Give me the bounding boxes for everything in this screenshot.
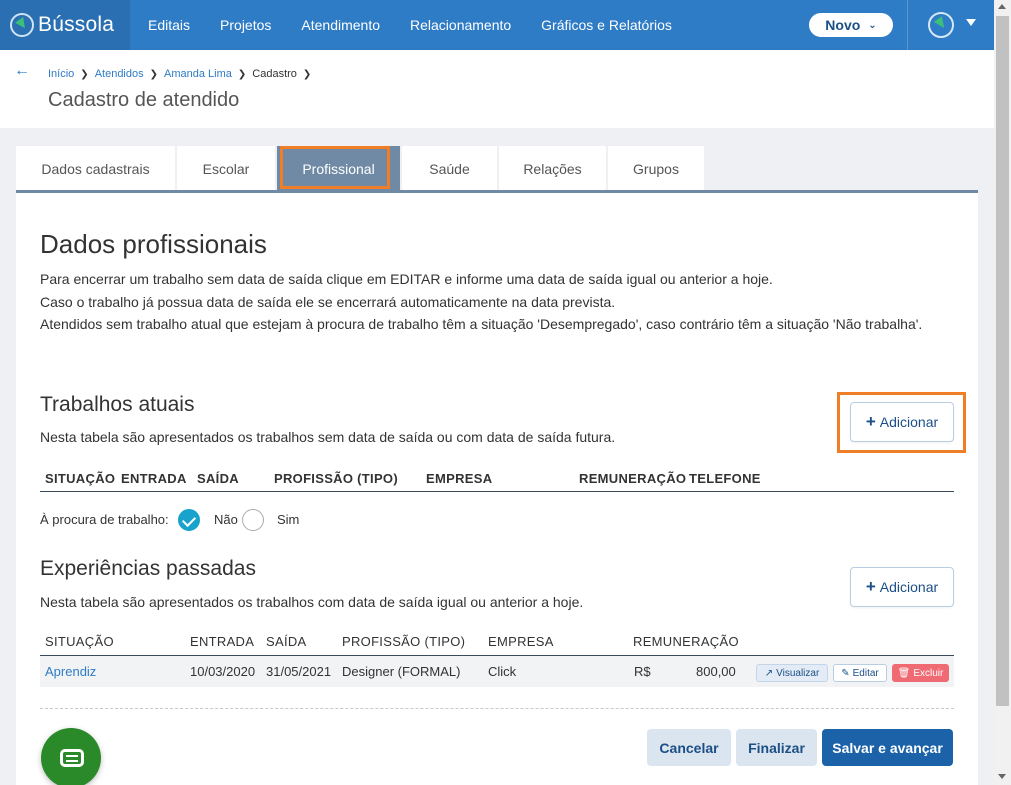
scroll-thumb[interactable] — [996, 16, 1009, 706]
column-header-saida: SAÍDA — [266, 634, 307, 649]
breadcrumb-cadastro: Cadastro — [252, 68, 297, 80]
current-jobs-table-rule — [40, 491, 954, 492]
breadcrumb-atendidos[interactable]: Atendidos — [95, 68, 144, 80]
radio-sim[interactable] — [242, 509, 264, 531]
app-logo[interactable]: Bússola — [0, 0, 130, 50]
user-compass-icon[interactable] — [928, 12, 954, 38]
user-menu-caret-icon[interactable] — [966, 19, 976, 26]
column-header-situacao: SITUAÇÃO — [45, 471, 116, 486]
looking-for-work-label: À procura de trabalho: — [40, 512, 169, 527]
column-header-profissao: PROFISSÃO (TIPO) — [274, 471, 398, 486]
add-current-job-button[interactable]: + Adicionar — [850, 402, 954, 442]
compass-icon — [10, 13, 34, 37]
info-line-2: Caso o trabalho já possua data de saída … — [40, 293, 616, 310]
scroll-up-icon[interactable] — [998, 4, 1006, 9]
row-empresa: Click — [488, 664, 517, 679]
plus-icon: + — [865, 412, 876, 431]
visualizar-label: Visualizar — [776, 667, 820, 679]
novo-label: Novo — [825, 17, 861, 33]
page-title: Cadastro de atendido — [48, 89, 240, 111]
info-line-1: Para encerrar um trabalho sem data de sa… — [40, 271, 773, 287]
column-header-remuneracao: REMUNERAÇÃO — [633, 634, 739, 649]
section-title: Dados profissionais — [40, 229, 267, 259]
breadcrumb: Início ❯ Atendidos ❯ Amanda Lima ❯ Cadas… — [48, 68, 317, 80]
column-header-situacao: SITUAÇÃO — [45, 634, 114, 649]
nav-divider — [907, 0, 908, 50]
info-line-3: Atendidos sem trabalho atual que estejam… — [40, 316, 923, 332]
novo-dropdown-button[interactable]: Novo ⌄ — [809, 13, 893, 37]
breadcrumb-separator-icon: ❯ — [237, 68, 247, 80]
back-arrow-icon[interactable]: ← — [14, 62, 30, 80]
column-header-empresa: EMPRESA — [426, 471, 493, 486]
row-moeda: R$ — [634, 664, 651, 679]
logo-text: Bússola — [38, 13, 115, 36]
tab-profissional[interactable]: Profissional — [277, 146, 400, 192]
row-entrada: 10/03/2020 — [190, 664, 256, 679]
radio-sim-label: Sim — [277, 512, 300, 527]
column-header-entrada: ENTRADA — [121, 471, 187, 486]
top-navbar: Bússola Editais Projetos Atendimento Rel… — [0, 0, 994, 50]
excluir-button[interactable]: 🗑 Excluir — [892, 664, 949, 682]
column-header-empresa: EMPRESA — [488, 634, 554, 649]
tab-dados-cadastrais[interactable]: Dados cadastrais — [16, 146, 175, 192]
add-current-job-label: Adicionar — [879, 414, 939, 430]
plus-icon: + — [865, 577, 876, 596]
add-past-job-label: Adicionar — [879, 579, 939, 595]
cancel-button[interactable]: Cancelar — [647, 729, 731, 766]
finish-button[interactable]: Finalizar — [736, 729, 817, 766]
breadcrumb-separator-icon: ❯ — [302, 68, 312, 80]
breadcrumb-amanda-lima[interactable]: Amanda Lima — [164, 68, 232, 80]
edit-icon: ✎ — [841, 667, 850, 679]
column-header-saida: SAÍDA — [197, 471, 239, 486]
nav-item-editais[interactable]: Editais — [148, 17, 190, 33]
excluir-label: Excluir — [913, 667, 944, 679]
column-header-remuneracao: REMUNERAÇÃO — [579, 471, 687, 486]
add-past-job-button[interactable]: + Adicionar — [850, 567, 954, 607]
row-situacao[interactable]: Aprendiz — [45, 664, 96, 679]
nav-item-relacionamento[interactable]: Relacionamento — [410, 17, 511, 33]
current-jobs-title: Trabalhos atuais — [40, 393, 195, 416]
nav-item-atendimento[interactable]: Atendimento — [301, 17, 380, 33]
editar-button[interactable]: ✎ Editar — [833, 664, 887, 682]
tab-saude[interactable]: Saúde — [402, 146, 497, 192]
editar-label: Editar — [852, 667, 879, 679]
radio-nao[interactable] — [178, 509, 200, 531]
nav-item-projetos[interactable]: Projetos — [220, 17, 271, 33]
column-header-telefone: TELEFONE — [689, 471, 761, 486]
row-saida: 31/05/2021 — [266, 664, 332, 679]
row-valor: 800,00 — [696, 664, 736, 679]
scrollbar[interactable] — [994, 0, 1011, 785]
current-jobs-subtitle: Nesta tabela são apresentados os trabalh… — [40, 429, 616, 445]
breadcrumb-inicio[interactable]: Início — [48, 68, 74, 80]
past-jobs-subtitle: Nesta tabela são apresentados os trabalh… — [40, 594, 584, 610]
visualizar-button[interactable]: ↗ Visualizar — [756, 664, 828, 682]
past-jobs-title: Experiências passadas — [40, 557, 256, 580]
breadcrumb-separator-icon: ❯ — [149, 68, 159, 80]
info-paragraph: Para encerrar um trabalho sem data de sa… — [40, 268, 930, 336]
nav-item-graficos-relatorios[interactable]: Gráficos e Relatórios — [541, 17, 672, 33]
column-header-profissao: PROFISSÃO (TIPO) — [342, 634, 466, 649]
column-header-entrada: ENTRADA — [190, 634, 255, 649]
chat-button[interactable] — [41, 728, 101, 785]
external-link-icon: ↗ — [764, 667, 774, 679]
breadcrumb-separator-icon: ❯ — [80, 68, 89, 80]
radio-nao-label: Não — [214, 512, 238, 527]
tab-grupos[interactable]: Grupos — [608, 146, 704, 192]
scroll-down-icon[interactable] — [998, 774, 1006, 779]
footer-divider — [40, 708, 954, 709]
save-and-next-button[interactable]: Salvar e avançar — [822, 729, 953, 766]
main-nav: Editais Projetos Atendimento Relacioname… — [148, 0, 702, 50]
chat-icon — [60, 749, 84, 767]
chevron-down-icon: ⌄ — [868, 19, 877, 31]
tab-relacoes[interactable]: Relações — [499, 146, 606, 192]
trash-icon: 🗑 — [897, 667, 911, 679]
tab-escolar[interactable]: Escolar — [177, 146, 275, 192]
tab-bar: Dados cadastrais Escolar Profissional Sa… — [16, 146, 706, 192]
row-profissao: Designer (FORMAL) — [342, 664, 461, 679]
